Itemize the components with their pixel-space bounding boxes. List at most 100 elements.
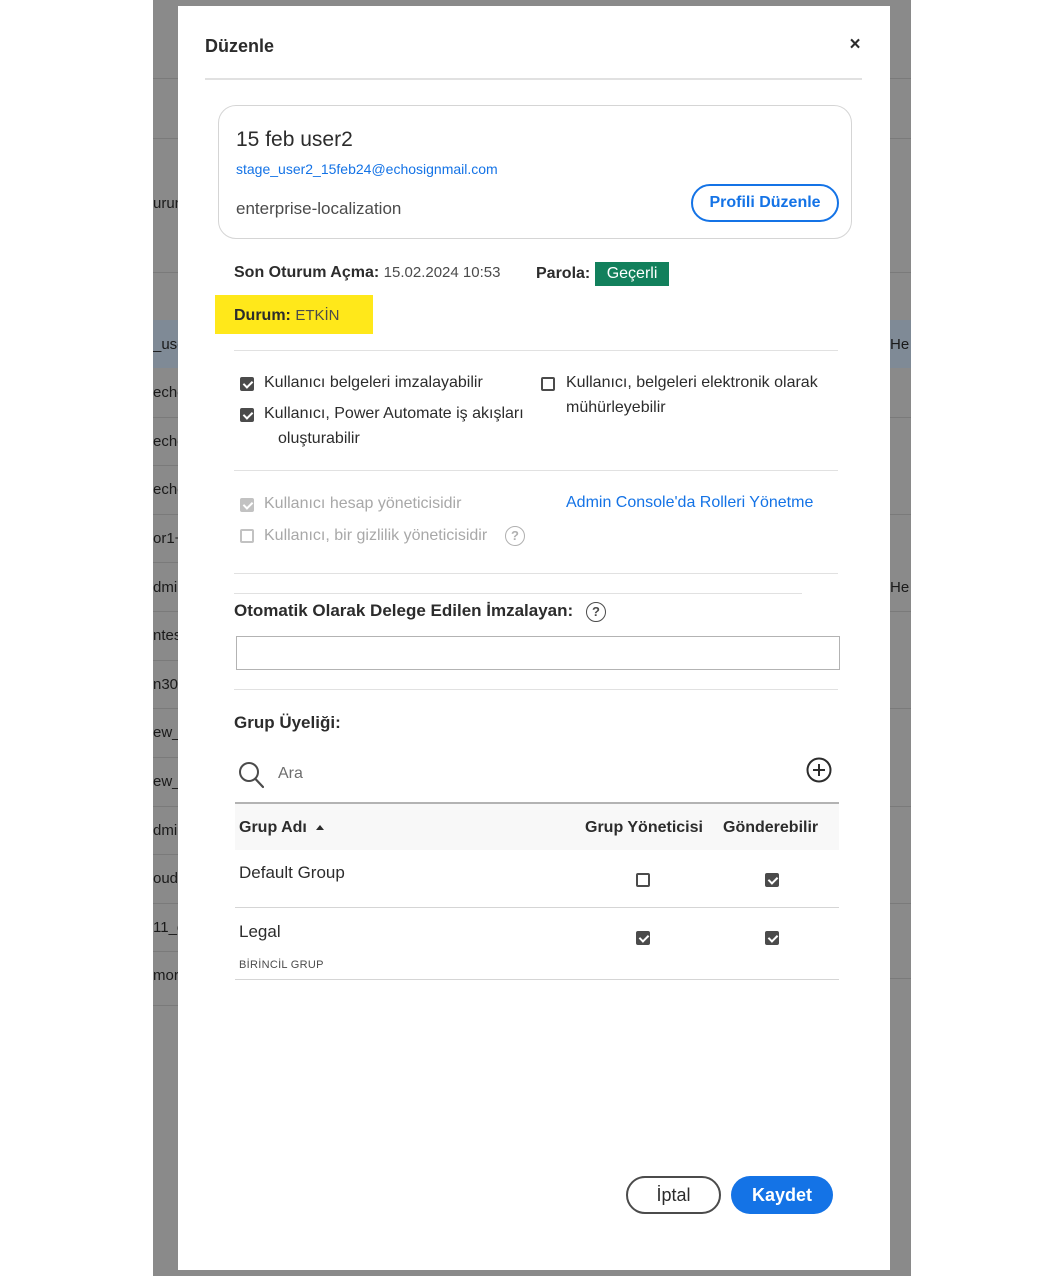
bg-fragment: echo	[153, 481, 179, 498]
power-automate-checkbox[interactable]	[240, 408, 254, 422]
bg-divider	[889, 272, 911, 273]
last-login-value: 15.02.2024 10:53	[383, 264, 501, 281]
password-status: Parola: Geçerli	[536, 262, 670, 286]
last-login-label: Son Oturum Açma:	[234, 264, 380, 281]
bg-fragment: oudr	[153, 870, 179, 887]
bg-divider	[153, 562, 179, 563]
bg-fragment: echo	[153, 384, 179, 401]
bg-divider	[153, 138, 179, 139]
can-seal-checkbox[interactable]	[541, 377, 555, 391]
user-name: 15 feb user2	[236, 128, 353, 151]
add-group-icon[interactable]	[806, 757, 832, 783]
can-seal-label: Kullanıcı, belgeleri elektronik olarak m…	[566, 374, 818, 416]
cancel-button[interactable]: İptal	[626, 1176, 721, 1214]
primary-group-tag: BİRİNCİL GRUP	[239, 959, 324, 971]
bg-fragment: ntes	[153, 627, 179, 644]
divider	[234, 470, 838, 471]
can-sign-checkbox[interactable]	[240, 377, 254, 391]
bg-fragment-right: He	[890, 336, 910, 353]
admin-console-roles-link[interactable]: Admin Console'da Rolleri Yönetme	[566, 494, 813, 512]
privacy-admin-checkbox	[240, 529, 254, 543]
bg-fragment: mor	[153, 967, 179, 984]
bg-fragment: 11_e	[153, 919, 179, 936]
bg-fragment: _use	[153, 336, 179, 353]
table-header: Grup Adı Grup Yöneticisi Gönderebilir	[235, 802, 839, 850]
group-admin-checkbox[interactable]	[636, 873, 650, 887]
bg-divider	[153, 757, 179, 758]
bg-divider	[889, 611, 911, 612]
column-can-send: Gönderebilir	[723, 819, 819, 836]
bg-fragment: ew_	[153, 724, 179, 741]
edit-profile-button[interactable]: Profili Düzenle	[691, 184, 839, 222]
sort-ascending-icon	[316, 825, 325, 831]
power-automate-label-line1: Kullanıcı, Power Automate iş akışları	[264, 405, 524, 422]
dialog-title: Düzenle	[205, 36, 275, 56]
group-search-input[interactable]	[278, 759, 658, 789]
delegate-help-icon[interactable]: ?	[586, 602, 606, 622]
can-sign-label: Kullanıcı belgeleri imzalayabilir	[264, 374, 483, 391]
divider	[234, 573, 838, 574]
bg-divider	[153, 903, 179, 904]
account-admin-label: Kullanıcı hesap yöneticisidir	[264, 495, 462, 512]
last-login: Son Oturum Açma: 15.02.2024 10:53	[234, 264, 500, 282]
user-email[interactable]: stage_user2_15feb24@echosignmail.com	[236, 161, 498, 177]
bg-divider	[153, 951, 179, 952]
account-status: Durum: ETKİN	[215, 295, 373, 334]
bg-divider	[889, 903, 911, 904]
bg-divider	[889, 806, 911, 807]
bg-divider	[153, 465, 179, 466]
bg-fragment-right: He	[890, 579, 910, 596]
bg-fragment: n30	[153, 676, 179, 693]
divider	[234, 689, 838, 690]
bg-divider	[153, 417, 179, 418]
privacy-admin-label: Kullanıcı, bir gizlilik yöneticisidir	[264, 527, 488, 544]
bg-fragment: dmi	[153, 822, 178, 839]
title-divider	[205, 78, 862, 80]
bg-divider	[153, 78, 179, 79]
bg-fragment: ew_	[153, 773, 179, 790]
close-button[interactable]: ×	[845, 34, 865, 56]
bg-divider	[153, 660, 179, 661]
divider	[234, 593, 802, 594]
privacy-admin-help-icon[interactable]: ?	[505, 526, 525, 546]
bg-divider	[889, 138, 911, 139]
close-icon: ×	[849, 34, 861, 55]
bg-divider	[153, 272, 179, 273]
password-status-badge: Geçerli	[594, 262, 670, 286]
delegate-signer-input[interactable]	[236, 636, 840, 670]
divider	[234, 350, 838, 351]
can-send-checkbox[interactable]	[765, 873, 779, 887]
bg-divider	[153, 1005, 179, 1006]
can-send-checkbox[interactable]	[765, 931, 779, 945]
bg-divider	[153, 708, 179, 709]
column-group-name[interactable]: Grup Adı	[239, 819, 325, 837]
group-admin-checkbox[interactable]	[636, 931, 650, 945]
status-value: ETKİN	[295, 307, 340, 324]
bg-fragment: urun	[153, 195, 179, 212]
table-row: Default Group	[235, 850, 839, 908]
bg-divider	[889, 978, 911, 979]
bg-divider	[889, 78, 911, 79]
group-name: Default Group	[239, 863, 345, 882]
edit-user-dialog: Düzenle × 15 feb user2 stage_user2_15feb…	[178, 6, 890, 1270]
save-button[interactable]: Kaydet	[731, 1176, 833, 1214]
column-group-name-label: Grup Adı	[239, 819, 307, 836]
profile-card: 15 feb user2 stage_user2_15feb24@echosig…	[218, 105, 852, 239]
status-label: Durum:	[234, 307, 291, 324]
bg-divider	[889, 708, 911, 709]
bg-fragment: or1+	[153, 530, 179, 547]
delegate-signer-label: Otomatik Olarak Delege Edilen İmzalayan:	[234, 601, 574, 620]
table-row: Legal BİRİNCİL GRUP	[235, 908, 839, 980]
search-icon	[239, 762, 264, 789]
bg-divider	[889, 417, 911, 418]
bg-divider	[153, 854, 179, 855]
password-label: Parola:	[536, 265, 591, 283]
bg-fragment: dmi	[153, 579, 178, 596]
bg-divider	[153, 514, 179, 515]
account-admin-checkbox	[240, 498, 254, 512]
bg-divider	[889, 514, 911, 515]
bg-divider	[153, 611, 179, 612]
user-organization: enterprise-localization	[236, 199, 402, 218]
bg-fragment: echo	[153, 433, 179, 450]
bg-divider	[153, 806, 179, 807]
